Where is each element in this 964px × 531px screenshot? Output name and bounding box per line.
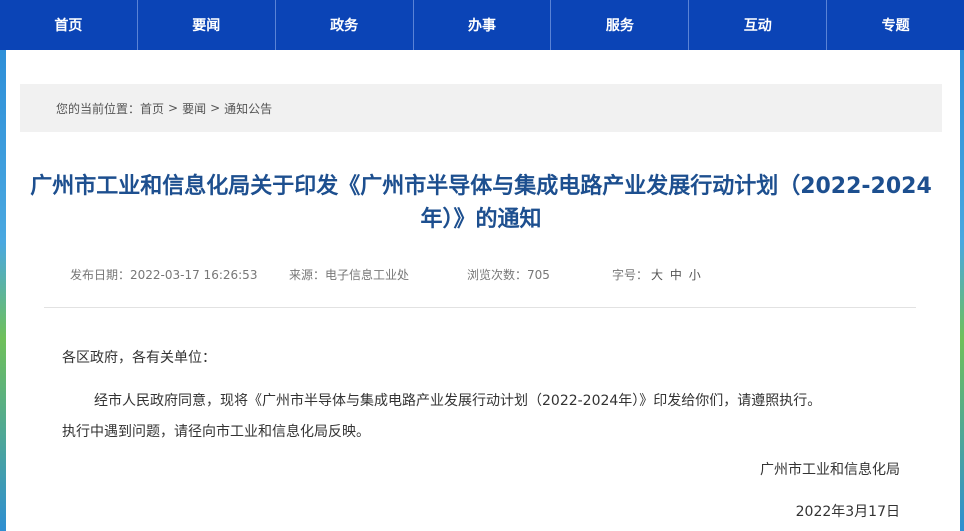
- body-paragraph-line-2: 执行中遇到问题，请径向市工业和信息化局反映。: [62, 424, 370, 440]
- background-strip-right: [960, 50, 964, 531]
- signature: 广州市工业和信息化局: [760, 462, 900, 478]
- greeting: 各区政府，各有关单位：: [62, 350, 216, 366]
- nav-item-government-affairs[interactable]: 政务: [275, 0, 414, 50]
- nav-item-services-procedures[interactable]: 办事: [413, 0, 552, 50]
- nav-item-news[interactable]: 要闻: [137, 0, 276, 50]
- nav-item-services[interactable]: 服务: [551, 0, 690, 50]
- body-paragraph-line-1: 经市人民政府同意，现将《广州市半导体与集成电路产业发展行动计划（2022-202…: [94, 393, 822, 409]
- content-page: 您的当前位置： 首页 > 要闻 > 通知公告 广州市工业和信息化局关于印发《广州…: [6, 50, 960, 531]
- main-nav: 首页 要闻 政务 办事 服务 互动 专题: [0, 0, 964, 50]
- nav-item-interaction[interactable]: 互动: [689, 0, 828, 50]
- nav-item-home[interactable]: 首页: [0, 0, 138, 50]
- issue-date: 2022年3月17日: [795, 504, 900, 520]
- nav-item-topics[interactable]: 专题: [827, 0, 964, 50]
- article-body: 各区政府，各有关单位： 经市人民政府同意，现将《广州市半导体与集成电路产业发展行…: [6, 50, 960, 531]
